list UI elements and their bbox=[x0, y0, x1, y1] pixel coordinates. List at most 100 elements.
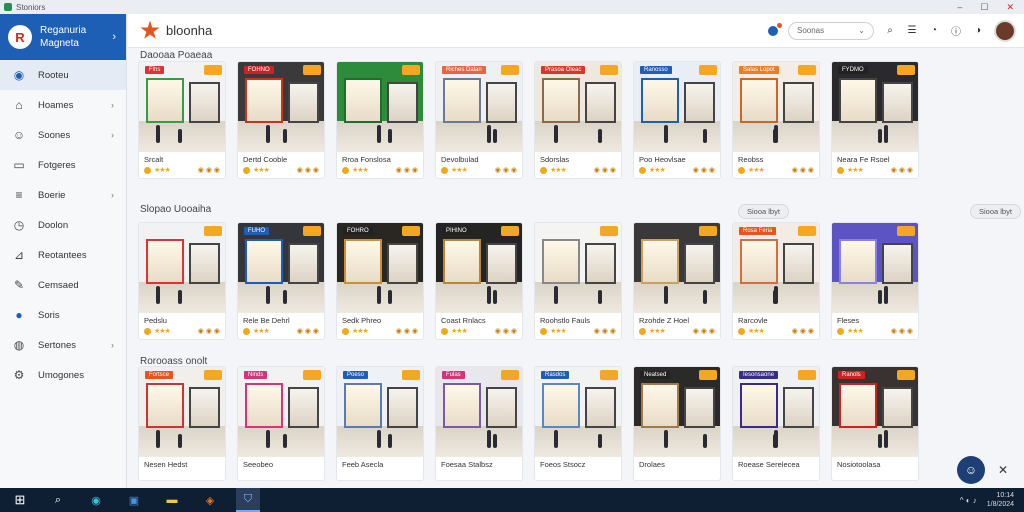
store-card[interactable]: Fortsce Nesen Hedst bbox=[138, 366, 226, 481]
edge-browser-icon[interactable]: ◉ bbox=[84, 488, 108, 512]
store-icon[interactable]: ▣ bbox=[122, 488, 146, 512]
store-card[interactable]: FOHNO Dertd Cooble ★★★ ◉ ◉ ◉ bbox=[237, 61, 325, 179]
bell-icon[interactable]: ◔ bbox=[928, 25, 940, 36]
sidebar-item-2[interactable]: ☺ Soones › bbox=[0, 120, 126, 150]
store-name: Sdorslas bbox=[540, 155, 570, 164]
sidebar-item-4[interactable]: ≡ Boerie › bbox=[0, 180, 126, 210]
star-rating-icon: ★★★ bbox=[748, 167, 765, 174]
maximize-button[interactable]: ☐ bbox=[980, 2, 988, 13]
store-price: ◉ ◉ ◉ bbox=[395, 167, 418, 174]
store-card[interactable]: Iesonsaone Roease Serelecea bbox=[732, 366, 820, 481]
user-avatar[interactable] bbox=[994, 19, 1016, 42]
store-card[interactable]: Salas Lopot Reobss ★★★ ◉ ◉ ◉ bbox=[732, 61, 820, 179]
brand-header[interactable]: R Reganuria Magneta › bbox=[0, 14, 126, 60]
store-card[interactable]: Ninds Seeobeo bbox=[237, 366, 325, 481]
windows-start-icon[interactable]: ⊞ bbox=[8, 488, 32, 512]
store-thumbnail bbox=[337, 62, 423, 152]
store-card[interactable]: Pedslu ★★★ ◉ ◉ ◉ bbox=[138, 222, 226, 340]
category-icon bbox=[144, 327, 151, 335]
star-rating-icon: ★★★ bbox=[451, 328, 468, 335]
store-card[interactable]: Flhs Srcalt ★★★ ◉ ◉ ◉ bbox=[138, 61, 226, 179]
storefront-shape bbox=[287, 386, 319, 429]
search-icon[interactable]: ⌕ bbox=[884, 25, 896, 36]
filter-icon[interactable]: ☰ bbox=[906, 25, 918, 36]
person-shape bbox=[486, 430, 491, 448]
card-spacer bbox=[733, 470, 819, 480]
help-icon[interactable]: ⓘ bbox=[950, 23, 962, 38]
store-card[interactable]: Poeso Feeb Asecla bbox=[336, 366, 424, 481]
taskbar-search-icon[interactable]: ⌕ bbox=[46, 488, 70, 512]
chat-assistant-button[interactable]: ☺ bbox=[957, 456, 985, 484]
storefront-shape bbox=[287, 242, 319, 285]
store-sign: Ranosso bbox=[640, 66, 672, 74]
store-card[interactable]: Neatsed Drolaes bbox=[633, 366, 721, 481]
pin-icon[interactable]: ✕ bbox=[998, 463, 1008, 477]
sidebar-item-8[interactable]: ● Soris bbox=[0, 300, 126, 330]
sidebar-item-6[interactable]: ⊿ Reotantees bbox=[0, 240, 126, 270]
person-shape bbox=[553, 286, 558, 304]
store-card[interactable]: Prasoa Oleac Sdorslas ★★★ ◉ ◉ ◉ bbox=[534, 61, 622, 179]
store-sign: Poeso bbox=[343, 371, 369, 379]
store-card[interactable]: Roohstlo Fauls ★★★ ◉ ◉ ◉ bbox=[534, 222, 622, 340]
collapse-sidebar-icon[interactable]: › bbox=[112, 31, 116, 43]
app-orange-icon[interactable]: ◈ bbox=[198, 488, 222, 512]
category-icon bbox=[441, 166, 448, 174]
storefront-shape bbox=[485, 81, 517, 124]
store-price: ◉ ◉ ◉ bbox=[890, 328, 913, 335]
storefront-shape bbox=[343, 383, 382, 429]
store-thumbnail: Flhs bbox=[139, 62, 225, 152]
notification-icon[interactable] bbox=[768, 22, 782, 36]
tray-icons[interactable]: ^ ◐ ♪ bbox=[960, 496, 977, 505]
store-thumbnail: Fulas bbox=[436, 367, 522, 457]
floor-shape bbox=[634, 281, 720, 313]
sidebar-item-9[interactable]: ◍ Sertones › bbox=[0, 330, 126, 360]
star-rating-icon: ★★★ bbox=[352, 328, 369, 335]
person-shape bbox=[553, 125, 558, 143]
store-card[interactable]: Ranosso Poo Heovlsae ★★★ ◉ ◉ ◉ bbox=[633, 61, 721, 179]
store-thumbnail: Poeso bbox=[337, 367, 423, 457]
clock[interactable]: 10:14 1/8/2024 bbox=[987, 491, 1014, 509]
file-explorer-icon[interactable]: ▬ bbox=[160, 488, 184, 512]
floor-shape bbox=[832, 120, 918, 152]
rating-badge bbox=[402, 370, 420, 380]
sidebar-item-7[interactable]: ✎ Cemsaed bbox=[0, 270, 126, 300]
store-card[interactable]: FYDMO Neara Fe Rsoel ★★★ ◉ ◉ ◉ bbox=[831, 61, 919, 179]
rating-badge bbox=[303, 370, 321, 380]
storefront-shape bbox=[584, 242, 616, 285]
see-all-button-2[interactable]: Siooa lbyt bbox=[970, 204, 1021, 219]
storefront-shape bbox=[541, 383, 580, 429]
sidebar-item-0[interactable]: ◉ Rooteu bbox=[0, 60, 126, 90]
close-button[interactable]: ✕ bbox=[1006, 2, 1014, 13]
person-shape bbox=[773, 434, 778, 448]
rating-badge bbox=[402, 226, 420, 236]
store-card[interactable]: Rzohde Z Hoel ★★★ ◉ ◉ ◉ bbox=[633, 222, 721, 340]
sidebar-item-3[interactable]: ▭ Fotgeres bbox=[0, 150, 126, 180]
sidebar-item-label: Cemsaed bbox=[38, 279, 79, 291]
store-card[interactable]: Fulas Foesaa Stalbsz bbox=[435, 366, 523, 481]
app-logo-icon bbox=[140, 20, 160, 39]
active-app-icon[interactable]: ⛉ bbox=[236, 488, 260, 512]
store-card[interactable]: FUHO Rele Be Dehrl ★★★ ◉ ◉ ◉ bbox=[237, 222, 325, 340]
store-card[interactable]: Rroa Fonslosa ★★★ ◉ ◉ ◉ bbox=[336, 61, 424, 179]
store-card[interactable]: Rasdos Foeos Stsocz bbox=[534, 366, 622, 481]
sidebar-item-10[interactable]: ⚙ Umogones bbox=[0, 360, 126, 390]
person-shape bbox=[376, 430, 381, 448]
minimize-button[interactable]: – bbox=[957, 2, 962, 13]
store-card[interactable]: Ranols Nosiotoolasa bbox=[831, 366, 919, 481]
sidebar-item-label: Fotgeres bbox=[38, 159, 76, 171]
store-name: Rroa Fonslosa bbox=[342, 155, 391, 164]
sidebar-item-1[interactable]: ⌂ Hoames › bbox=[0, 90, 126, 120]
search-dropdown[interactable]: Soonas ⌄ bbox=[788, 21, 874, 40]
status-icon[interactable]: ◑ bbox=[972, 25, 984, 36]
rating-badge bbox=[600, 226, 618, 236]
store-card[interactable]: Fleses ★★★ ◉ ◉ ◉ bbox=[831, 222, 919, 340]
store-card[interactable]: Rosa Feria Rarcovle ★★★ ◉ ◉ ◉ bbox=[732, 222, 820, 340]
storefront-shape bbox=[442, 383, 481, 429]
store-price: ◉ ◉ ◉ bbox=[296, 167, 319, 174]
see-all-button-1[interactable]: Siooa lbyt bbox=[738, 204, 789, 219]
sidebar-item-5[interactable]: ◷ Doolon bbox=[0, 210, 126, 240]
sidebar-item-label: Umogones bbox=[38, 369, 84, 381]
store-card[interactable]: PIHINO Coast Rnlacs ★★★ ◉ ◉ ◉ bbox=[435, 222, 523, 340]
store-card[interactable]: Riches Dalan Devolbulad ★★★ ◉ ◉ ◉ bbox=[435, 61, 523, 179]
store-card[interactable]: FOHRO Sedk Phreo ★★★ ◉ ◉ ◉ bbox=[336, 222, 424, 340]
